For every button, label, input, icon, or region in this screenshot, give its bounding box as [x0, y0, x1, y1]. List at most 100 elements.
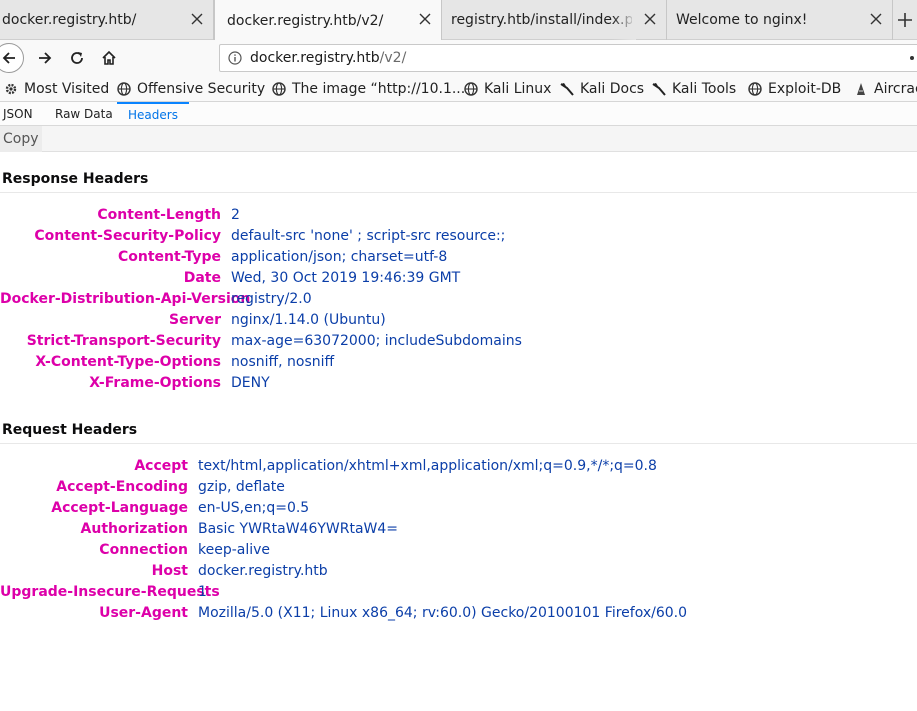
table-row: Accept-Encoding gzip, deflate [0, 479, 917, 500]
table-row: Host docker.registry.htb [0, 563, 917, 584]
bookmark-aircrack[interactable]: Aircrack [854, 76, 917, 101]
bookmark-label: Kali Docs [580, 81, 645, 97]
tab-label: Headers [128, 108, 178, 122]
kali-dragon-icon [560, 83, 574, 96]
close-icon[interactable] [189, 11, 205, 27]
header-name: Connection [99, 542, 188, 558]
tab-docker-registry-root[interactable]: docker.registry.htb/ [0, 0, 214, 40]
header-value: max-age=63072000; includeSubdomains [231, 333, 522, 349]
table-row: X-Content-Type-Options nosniff, nosniff [0, 354, 917, 375]
header-name: Accept-Encoding [56, 479, 188, 495]
table-row: Content-Security-Policy default-src 'none… [0, 228, 917, 249]
tab-raw-data[interactable]: Raw Data [55, 102, 113, 126]
plus-icon [898, 13, 912, 27]
aircrack-icon [857, 83, 865, 95]
new-tab-button[interactable] [893, 0, 917, 40]
home-icon [102, 50, 116, 65]
header-name: Content-Length [97, 207, 221, 223]
header-name: User-Agent [99, 605, 188, 621]
header-value: Basic YWRtaW46YWRtaW4= [198, 521, 399, 537]
response-headers-title: Response Headers [2, 171, 149, 187]
reload-icon [71, 52, 83, 64]
close-icon[interactable] [868, 11, 884, 27]
home-button[interactable] [95, 44, 123, 72]
header-name: Server [168, 312, 221, 328]
table-row: Accept-Language en-US,en;q=0.5 [0, 500, 917, 521]
request-headers-title: Request Headers [2, 422, 138, 438]
navigation-bar: docker.registry.htb/v2/ [0, 40, 917, 76]
table-row: Content-Length 2 [0, 207, 917, 228]
table-row: Authorization Basic YWRtaW46YWRtaW4= [0, 521, 917, 542]
divider [0, 443, 917, 444]
header-name: Host [151, 563, 188, 579]
bookmark-label: Aircrack [874, 81, 917, 97]
close-icon[interactable] [642, 11, 658, 27]
info-icon[interactable] [220, 45, 250, 71]
bookmark-offensive-security[interactable]: Offensive Security [117, 76, 266, 101]
close-icon[interactable] [417, 11, 433, 27]
tab-label: Welcome to nginx! [676, 12, 808, 28]
tab-label: docker.registry.htb/ [2, 12, 137, 28]
header-value: nosniff, nosniff [231, 354, 335, 370]
globe-icon [272, 82, 286, 96]
header-name: Authorization [80, 521, 188, 537]
header-value: en-US,en;q=0.5 [198, 500, 310, 516]
url-text[interactable]: docker.registry.htb/v2/ [250, 50, 406, 66]
table-row: X-Frame-Options DENY [0, 375, 917, 396]
header-value: Mozilla/5.0 (X11; Linux x86_64; rv:60.0)… [198, 605, 688, 621]
header-name: Content-Type [118, 249, 221, 265]
bookmark-label: Most Visited [24, 81, 110, 97]
header-value: Wed, 30 Oct 2019 19:46:39 GMT [231, 270, 461, 286]
tab-welcome-nginx[interactable]: Welcome to nginx! [667, 0, 893, 40]
tab-label: JSON [3, 107, 33, 121]
table-row: Docker-Distribution-Api-Version registry/… [0, 291, 917, 312]
bookmark-most-visited[interactable]: Most Visited [4, 76, 110, 101]
globe-icon [464, 82, 478, 96]
bookmark-label: Exploit-DB [768, 81, 842, 97]
bookmark-kali-linux[interactable]: Kali Linux [464, 76, 551, 101]
bookmark-the-image[interactable]: The image “http://10.1... [272, 76, 465, 101]
header-value: DENY [231, 375, 270, 391]
table-row: Server nginx/1.14.0 (Ubuntu) [0, 312, 917, 333]
arrow-right-icon [39, 52, 52, 64]
page-actions-icon[interactable] [910, 56, 914, 60]
table-row: Upgrade-Insecure-Requests 1 [0, 584, 917, 605]
table-row: Accept text/html,application/xhtml+xml,ap… [0, 458, 917, 479]
header-value: text/html,application/xhtml+xml,applicat… [198, 458, 657, 474]
tab-strip: docker.registry.htb/ docker.registry.htb… [0, 0, 917, 41]
tab-label: Raw Data [55, 107, 113, 121]
bookmark-label: Kali Tools [672, 81, 737, 97]
bookmark-kali-tools[interactable]: Kali Tools [652, 76, 737, 101]
json-viewer-tabs: JSON Raw Data Headers [0, 102, 917, 126]
forward-button[interactable] [31, 44, 59, 72]
bookmark-label: Offensive Security [137, 81, 266, 97]
table-row: Strict-Transport-Security max-age=6307200… [0, 333, 917, 354]
reload-button[interactable] [63, 44, 91, 72]
kali-dragon-icon [652, 83, 666, 96]
header-value: gzip, deflate [198, 479, 285, 495]
tab-docker-registry-v2[interactable]: docker.registry.htb/v2/ [214, 0, 442, 41]
header-name: Accept [134, 458, 188, 474]
header-name: Content-Security-Policy [34, 228, 221, 244]
tab-label: registry.htb/install/index.php [451, 12, 632, 28]
header-value: 2 [231, 207, 240, 223]
back-button[interactable] [0, 43, 24, 73]
url-host: docker.registry.htb [250, 50, 380, 66]
tab-json[interactable]: JSON [3, 102, 33, 126]
bookmark-exploit-db[interactable]: Exploit-DB [748, 76, 842, 101]
headers-toolbar: Copy [0, 126, 917, 152]
tab-registry-install[interactable]: registry.htb/install/index.php [442, 0, 667, 40]
tab-headers[interactable]: Headers [117, 102, 189, 126]
header-value: keep-alive [198, 542, 271, 558]
header-name: X-Content-Type-Options [35, 354, 221, 370]
header-value: 1 [198, 584, 207, 600]
gear-icon [5, 83, 17, 95]
copy-button[interactable]: Copy [0, 126, 42, 152]
header-name: X-Frame-Options [89, 375, 221, 391]
globe-icon [748, 82, 762, 96]
table-row: Date Wed, 30 Oct 2019 19:46:39 GMT [0, 270, 917, 291]
bookmark-kali-docs[interactable]: Kali Docs [560, 76, 645, 101]
header-value: docker.registry.htb [198, 563, 328, 579]
header-name: Docker-Distribution-Api-Version [0, 291, 251, 307]
address-bar[interactable]: docker.registry.htb/v2/ [219, 44, 917, 72]
